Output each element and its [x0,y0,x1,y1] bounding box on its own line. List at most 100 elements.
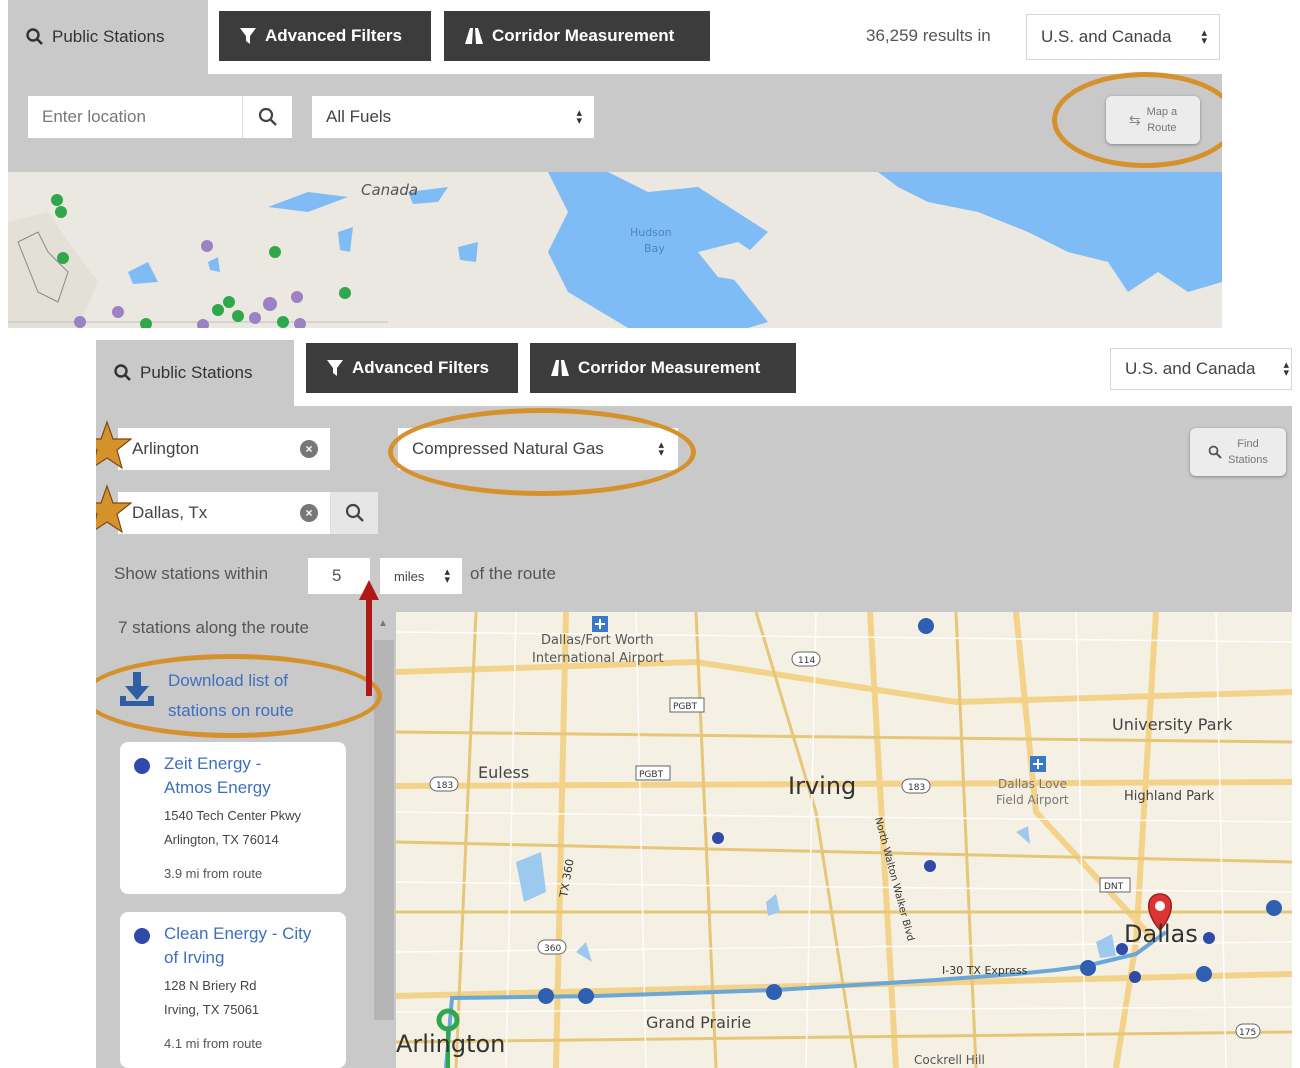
clear-icon[interactable]: × [300,440,318,458]
station-address: 1540 Tech Center Pkwy Arlington, TX 7601… [164,804,301,852]
region-select-value: U.S. and Canada [1041,27,1172,46]
station-address-line1: 128 N Briery Rd [164,978,257,993]
highlight-circle-fuel [388,408,696,496]
station-locator-panel-top: Public Stations Advanced Filters Corrido… [8,0,1222,328]
station-name-line1: Clean Energy - City [164,924,312,943]
results-count: 36,259 results in [866,26,991,45]
origin-input[interactable]: Arlington × [118,428,330,470]
region-select[interactable]: U.S. and Canada ▴ ▾ [1026,14,1220,60]
map-label-love-field-1: Dallas Love [998,777,1067,791]
station-card[interactable]: Zeit Energy - Atmos Energy 1540 Tech Cen… [120,742,346,894]
station-dot-icon [134,928,150,944]
unit-select[interactable]: miles ▴ ▾ [380,558,462,594]
station-name-line1: Zeit Energy - [164,754,262,773]
star-marker-destination-icon [96,484,132,534]
origin-value: Arlington [132,439,200,458]
station-address-line2: Irving, TX 75061 [164,1002,260,1017]
route-search-button[interactable] [330,492,378,534]
road-360: 360 [544,944,561,954]
stations-count: 7 stations along the route [118,618,309,637]
tab-public-stations-label: Public Stations [52,27,165,46]
airport-icon [592,616,608,632]
map-label-arlington: Arlington [396,1030,505,1058]
tab-corridor-measurement-label: Corridor Measurement [578,358,761,377]
road-183b: 183 [908,783,925,793]
region-select[interactable]: U.S. and Canada ▴ ▾ [1110,348,1292,390]
tab-advanced-filters-label: Advanced Filters [265,26,402,45]
filter-icon [240,28,256,44]
star-marker-origin-icon [96,420,132,470]
station-distance: 3.9 mi from route [164,866,263,881]
station-card[interactable]: Clean Energy - City of Irving 128 N Brie… [120,912,346,1068]
road-175: 175 [1239,1028,1256,1038]
road-icon [551,360,569,376]
tab-public-stations[interactable]: Public Stations [96,340,294,406]
station-address-line2: Arlington, TX 76014 [164,832,279,847]
map-label-grand-prairie: Grand Prairie [646,1013,751,1032]
select-arrows-icon: ▴ ▾ [444,566,450,586]
tab-public-stations-label: Public Stations [140,363,253,382]
fuel-select-value: All Fuels [326,107,392,126]
red-arrow-icon [359,580,379,696]
destination-value: Dallas, Tx [132,503,208,522]
distance-value: 5 [332,566,342,585]
clear-icon[interactable]: × [300,504,318,522]
station-address: 128 N Briery Rd Irving, TX 75061 [164,974,259,1022]
station-name-line2: Atmos Energy [164,778,271,797]
tab-corridor-measurement[interactable]: Corridor Measurement [444,11,710,61]
search-icon [26,28,43,45]
tab-corridor-measurement[interactable]: Corridor Measurement [530,343,796,393]
within-prefix: Show stations within [114,564,269,583]
search-icon [345,503,364,522]
tab-corridor-measurement-label: Corridor Measurement [492,26,675,45]
map-label-airport-2: International Airport [532,651,664,666]
find-stations-line2: Stations [1228,454,1268,466]
location-placeholder: Enter location [42,107,146,126]
road-icon [465,28,483,44]
highlight-circle-download [96,654,382,738]
overview-map[interactable]: Canada Hudson Bay [8,172,1222,328]
location-search-button[interactable] [242,96,292,138]
search-icon [1208,445,1222,459]
find-stations-button[interactable]: Find Stations [1190,428,1286,476]
unit-select-value: miles [394,568,425,584]
map-label-love-field-2: Field Airport [996,793,1069,807]
tab-public-stations[interactable]: Public Stations [8,0,208,74]
road-183a: 183 [436,781,453,791]
find-stations-line1: Find [1237,438,1259,450]
search-icon [258,107,277,126]
fuel-select[interactable]: All Fuels ▴ ▾ [312,96,594,138]
airport-icon [1030,756,1046,772]
search-icon [114,364,131,381]
select-arrows-icon: ▴ ▾ [1283,359,1289,379]
map-label-cockrell-hill: Cockrell Hill [914,1053,985,1067]
map-label-highland-park: Highland Park [1124,789,1215,804]
destination-input[interactable]: Dallas, Tx × [118,492,330,534]
road-pgbt-2: PGBT [639,770,664,780]
tab-advanced-filters[interactable]: Advanced Filters [219,11,431,61]
map-label-bay: Bay [644,242,665,255]
road-pgbt-1: PGBT [673,702,698,712]
filter-icon [327,360,343,376]
map-label-airport-1: Dallas/Fort Worth [541,633,654,648]
station-name[interactable]: Clean Energy - City of Irving [164,922,334,970]
road-dnt: DNT [1104,882,1124,892]
select-arrows-icon: ▴ ▾ [1201,27,1207,47]
station-dot-icon [134,758,150,774]
tab-advanced-filters[interactable]: Advanced Filters [306,343,518,393]
map-label-irving: Irving [788,772,856,800]
find-stations-label: Find Stations [1228,436,1268,468]
station-name[interactable]: Zeit Energy - Atmos Energy [164,752,334,800]
station-name-line2: of Irving [164,948,225,967]
select-arrows-icon: ▴ ▾ [576,107,582,127]
tab-advanced-filters-label: Advanced Filters [352,358,489,377]
map-label-hudson: Hudson [630,226,672,239]
map-label-canada: Canada [361,181,418,199]
station-locator-panel-bottom: Public Stations Advanced Filters Corrido… [96,340,1292,1068]
station-address-line1: 1540 Tech Center Pkwy [164,808,302,823]
road-114: 114 [798,656,815,666]
within-suffix: of the route [470,564,557,583]
location-input[interactable]: Enter location [28,96,242,138]
region-select-value: U.S. and Canada [1125,359,1256,378]
route-map[interactable]: Dallas/Fort Worth International Airport … [396,612,1292,1068]
